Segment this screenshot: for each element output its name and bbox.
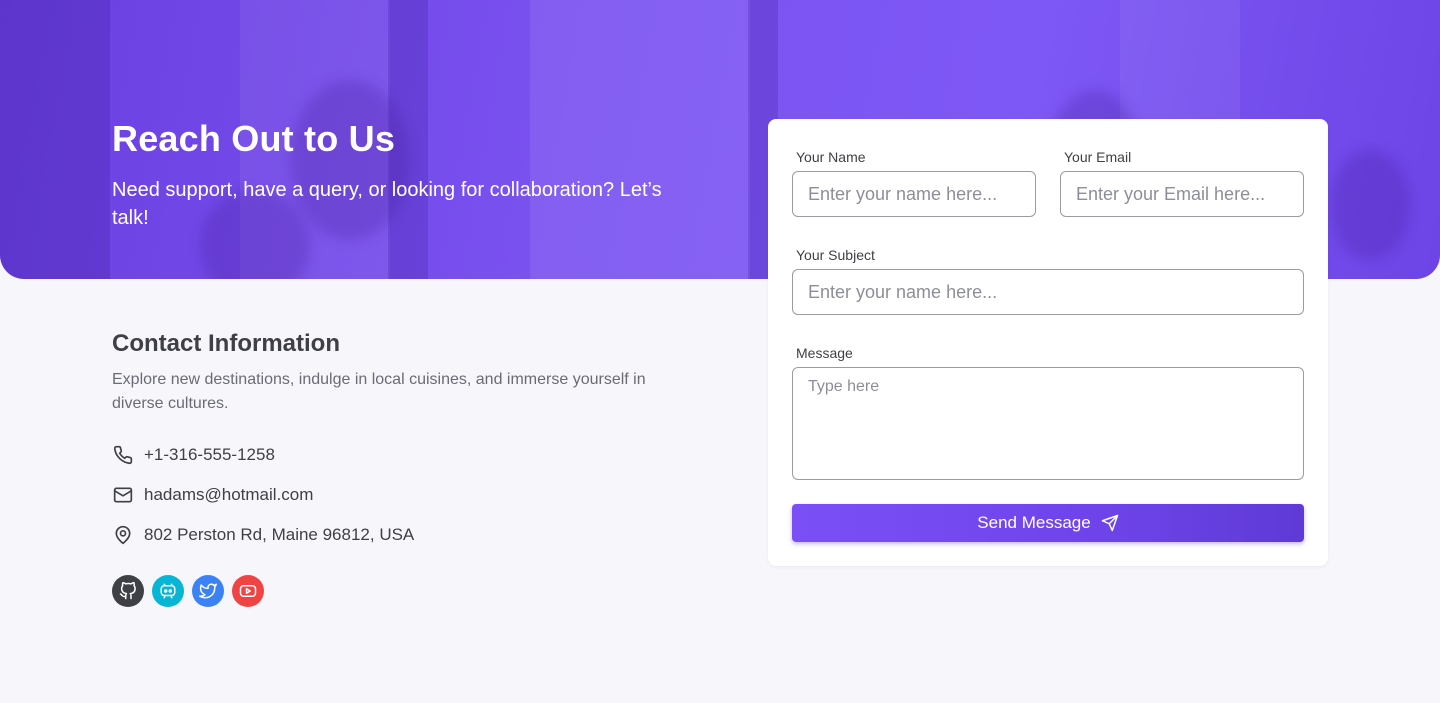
subject-label: Your Subject [796,247,875,263]
email-input[interactable] [1060,171,1304,217]
twitter-icon[interactable] [192,575,224,607]
phone-icon [112,444,134,466]
contact-address: 802 Perston Rd, Maine 96812, USA [144,525,415,544]
message-textarea[interactable] [792,367,1304,480]
contact-email-row[interactable]: hadams@hotmail.com [112,483,313,507]
email-label: Your Email [1064,149,1132,165]
name-input[interactable] [792,171,1036,217]
contact-form: Your Name Your Email Your Subject Messag… [768,119,1328,566]
mail-icon [112,484,134,506]
message-label: Message [796,345,853,361]
send-message-label: Send Message [977,513,1091,532]
youtube-icon[interactable] [232,575,264,607]
discord-icon[interactable] [152,575,184,607]
contact-phone-row[interactable]: +1-316-555-1258 [112,443,275,467]
contact-info-description: Explore new destinations, indulge in loc… [112,371,646,412]
github-icon[interactable] [112,575,144,607]
contact-email: hadams@hotmail.com [144,485,314,504]
page-subtitle: Need support, have a query, or looking f… [112,179,662,229]
map-pin-icon [112,524,134,546]
name-label: Your Name [796,149,866,165]
send-icon [1101,514,1119,532]
contact-address-row: 802 Perston Rd, Maine 96812, USA [112,523,414,547]
subject-input[interactable] [792,269,1304,315]
social-links [112,575,264,607]
send-message-button[interactable]: Send Message [792,504,1304,542]
page-title: Reach Out to Us [112,118,396,159]
contact-phone: +1-316-555-1258 [144,445,275,464]
contact-info-title: Contact Information [112,330,340,357]
